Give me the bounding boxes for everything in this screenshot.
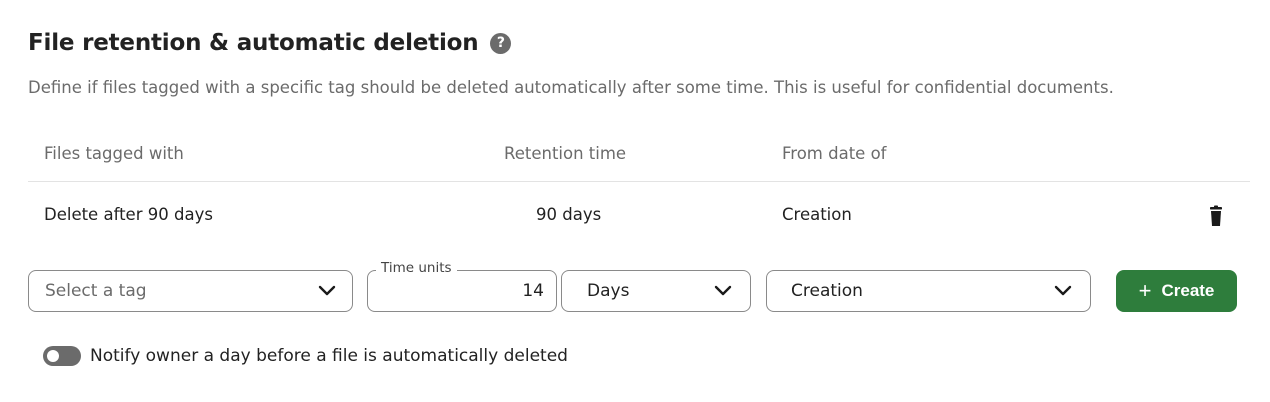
from-date-select-value: Creation [791, 281, 863, 301]
create-button-label: Create [1161, 281, 1215, 300]
chevron-down-icon [1054, 285, 1072, 296]
notify-toggle-label: Notify owner a day before a file is auto… [90, 346, 568, 366]
row-tag: Delete after 90 days [44, 205, 213, 224]
from-date-select[interactable]: Creation [766, 270, 1091, 312]
notify-toggle-row: Notify owner a day before a file is auto… [43, 346, 568, 366]
unit-select[interactable]: Days [561, 270, 751, 312]
chevron-down-icon [318, 285, 336, 296]
section-description: Define if files tagged with a specific t… [28, 78, 1114, 97]
row-retention: 90 days [536, 205, 602, 224]
trash-icon [1210, 205, 1222, 226]
section-heading: File retention & automatic deletion ? [28, 30, 512, 56]
column-header-from-date: From date of [782, 144, 887, 163]
plus-icon: + [1138, 278, 1152, 303]
table-header-divider [28, 181, 1250, 182]
column-header-retention: Retention time [504, 144, 627, 163]
section-title: File retention & automatic deletion [28, 30, 479, 56]
tag-select-placeholder: Select a tag [45, 281, 147, 301]
unit-select-value: Days [587, 281, 630, 301]
notify-toggle[interactable] [43, 346, 81, 366]
row-from-date: Creation [782, 205, 852, 224]
tag-select[interactable]: Select a tag [28, 270, 353, 312]
time-units-label: Time units [376, 260, 457, 276]
time-units-value: 14 [522, 281, 544, 301]
create-button[interactable]: + Create [1116, 270, 1237, 312]
toggle-knob [47, 350, 59, 362]
chevron-down-icon [714, 285, 732, 296]
column-header-tag: Files tagged with [44, 144, 184, 163]
question-circle-icon[interactable]: ? [490, 32, 512, 54]
time-units-input[interactable]: Time units 14 [367, 260, 557, 312]
delete-rule-button[interactable] [1205, 205, 1227, 227]
